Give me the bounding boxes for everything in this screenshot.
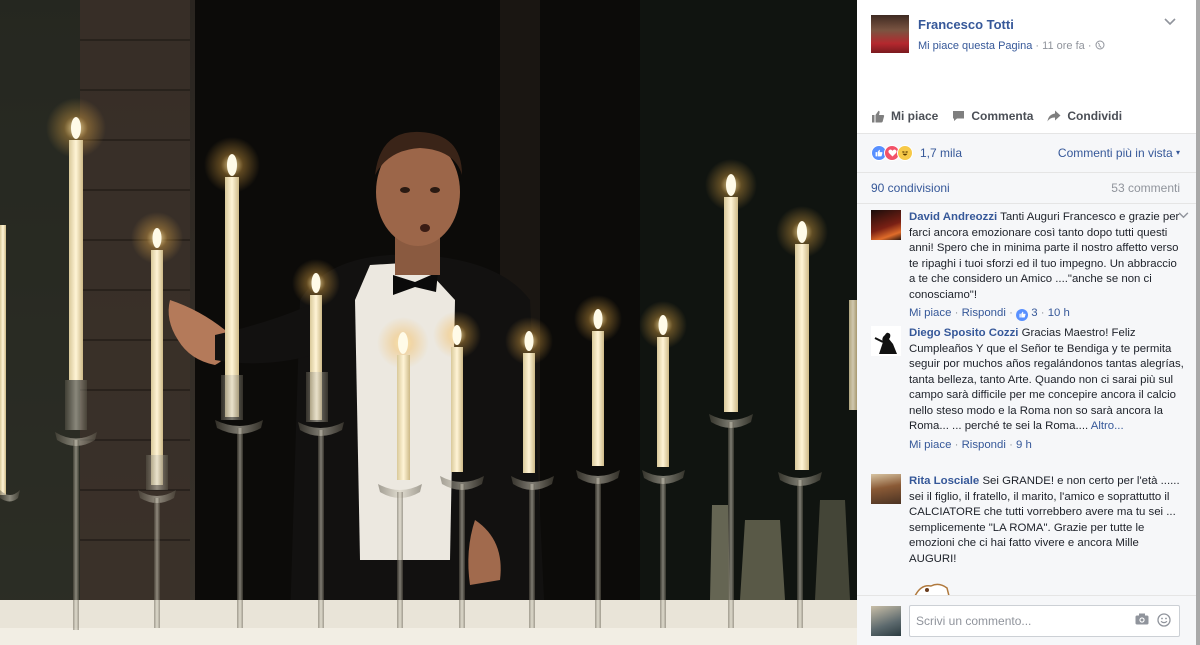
window-edge bbox=[1196, 0, 1200, 645]
candles-photo-illustration bbox=[0, 0, 857, 645]
comment-bubble-icon bbox=[952, 110, 965, 122]
comment-author[interactable]: David Andreozzi bbox=[909, 211, 997, 223]
comment-text: Tanti Auguri Francesco e grazie per farc… bbox=[909, 211, 1180, 301]
post-sidebar: Francesco Totti Mi piace questa Pagina ·… bbox=[857, 0, 1196, 645]
like-button[interactable]: Mi piace bbox=[871, 109, 938, 123]
silhouette-avatar-icon bbox=[874, 332, 897, 354]
haha-icon bbox=[897, 145, 913, 161]
comment-input-placeholder: Scrivi un commento... bbox=[916, 614, 1032, 628]
commenter-avatar-partial[interactable] bbox=[913, 580, 953, 595]
reactions-bar: 1,7 mila Commenti più in vista ▾ bbox=[857, 133, 1196, 172]
comments-list: David Andreozzi Tanti Auguri Francesco e… bbox=[857, 204, 1196, 595]
comment-sort-label: Commenti più in vista bbox=[1057, 146, 1173, 160]
post-meta: Mi piace questa Pagina · 11 ore fa · bbox=[918, 40, 1105, 52]
comment-text: Gracias Maestro! Feliz Cumpleaños Y que … bbox=[909, 327, 1184, 432]
commenter-avatar[interactable] bbox=[871, 474, 901, 504]
comment-author[interactable]: Diego Sposito Cozzi bbox=[909, 327, 1018, 339]
comments-count[interactable]: 53 commenti bbox=[1111, 181, 1180, 195]
comment-time[interactable]: 10 h bbox=[1048, 307, 1070, 319]
meta-separator: · bbox=[1009, 307, 1017, 319]
composer-icons bbox=[1135, 613, 1171, 630]
like-bubble-icon bbox=[1016, 308, 1029, 321]
commenter-avatar[interactable] bbox=[871, 210, 901, 240]
comment-actions: Mi piace · Rispondi · 3 · 10 h bbox=[909, 306, 1184, 322]
caret-down-icon: ▾ bbox=[1175, 148, 1180, 157]
comment-like-link[interactable]: Mi piace bbox=[909, 307, 951, 319]
reactions-count[interactable]: 1,7 mila bbox=[920, 146, 962, 160]
camera-icon[interactable] bbox=[1135, 613, 1149, 630]
meta-separator: · bbox=[1087, 40, 1095, 52]
comment-reply-link[interactable]: Rispondi bbox=[962, 307, 1006, 319]
comment-like-link[interactable]: Mi piace bbox=[909, 439, 951, 451]
meta-separator: · bbox=[954, 438, 962, 451]
share-button-label: Condividi bbox=[1067, 109, 1123, 123]
commenter-avatar[interactable] bbox=[871, 326, 901, 356]
thumbs-up-icon bbox=[871, 110, 885, 123]
post-photo[interactable] bbox=[0, 0, 857, 645]
reaction-icons[interactable] bbox=[871, 145, 913, 161]
emoji-icon[interactable] bbox=[1157, 613, 1171, 630]
comment-body: Rita Losciale Sei GRANDE! e non certo pe… bbox=[909, 474, 1184, 567]
page-avatar[interactable] bbox=[871, 15, 909, 53]
comment-sort-dropdown[interactable]: Commenti più in vista ▾ bbox=[1058, 146, 1180, 160]
comment-button[interactable]: Commenta bbox=[952, 109, 1033, 123]
shares-count[interactable]: 90 condivisioni bbox=[871, 181, 950, 195]
share-arrow-icon bbox=[1047, 110, 1061, 122]
comment-text: Sei GRANDE! e non certo per l'età ......… bbox=[909, 475, 1180, 565]
current-user-avatar bbox=[871, 606, 901, 636]
comment-composer: Scrivi un commento... bbox=[857, 595, 1196, 645]
comment-actions: Mi piace · Rispondi · 9 h bbox=[909, 438, 1184, 454]
comment-body: David Andreozzi Tanti Auguri Francesco e… bbox=[909, 210, 1184, 322]
globe-icon bbox=[1095, 40, 1105, 52]
post-time[interactable]: 11 ore fa bbox=[1042, 40, 1085, 52]
comment-button-label: Commenta bbox=[971, 109, 1034, 123]
comment-options-chevron-icon[interactable] bbox=[1178, 210, 1189, 222]
comment-input[interactable]: Scrivi un commento... bbox=[909, 605, 1180, 637]
page-name-link[interactable]: Francesco Totti bbox=[918, 17, 1014, 32]
comment-author[interactable]: Rita Losciale bbox=[909, 475, 979, 487]
comment-body: Diego Sposito Cozzi Gracias Maestro! Fel… bbox=[909, 326, 1184, 453]
like-page-link[interactable]: Mi piace questa Pagina bbox=[918, 40, 1032, 52]
like-button-label: Mi piace bbox=[891, 109, 939, 123]
comment-time[interactable]: 9 h bbox=[1016, 439, 1032, 451]
meta-separator: · bbox=[954, 307, 962, 319]
comment-like-count[interactable]: 3 bbox=[1031, 307, 1037, 319]
meta-separator: · bbox=[1009, 438, 1017, 451]
see-more-link[interactable]: Altro... bbox=[1091, 420, 1124, 432]
comment-reply-link[interactable]: Rispondi bbox=[962, 439, 1006, 451]
post-options-chevron-icon[interactable] bbox=[1164, 15, 1176, 29]
share-button[interactable]: Condividi bbox=[1047, 109, 1122, 123]
post-stats-bar: 90 condivisioni 53 commenti bbox=[857, 172, 1196, 204]
post-actions: Mi piace Commenta Condividi bbox=[871, 109, 1122, 123]
meta-separator: · bbox=[1040, 307, 1048, 319]
